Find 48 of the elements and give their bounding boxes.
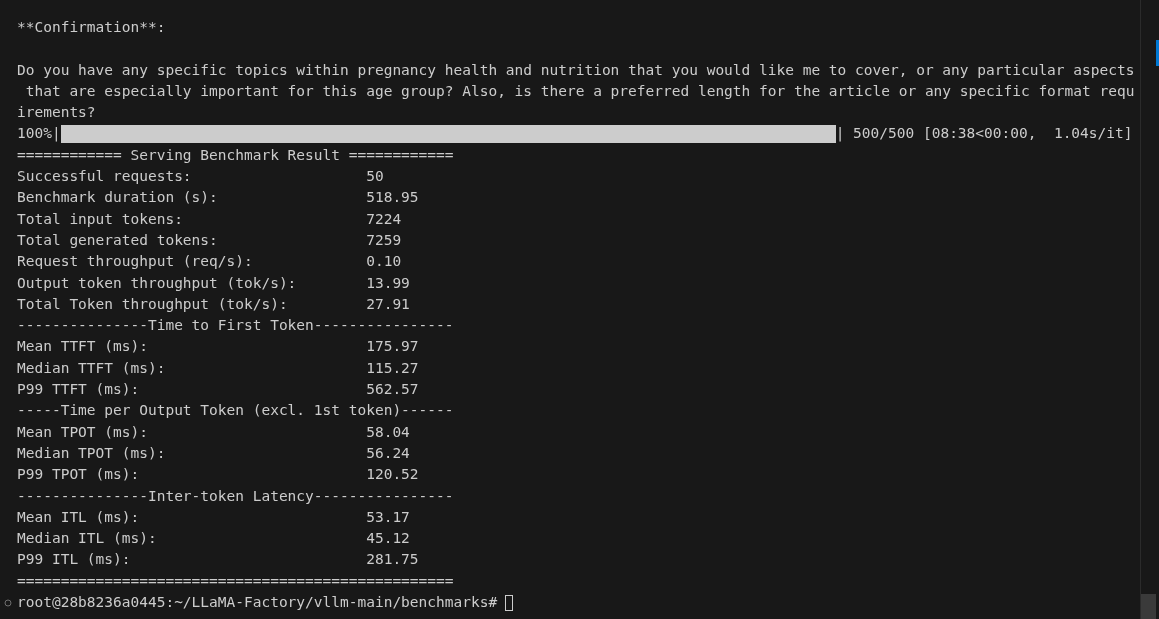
metric-label: P99 TTFT (ms): bbox=[17, 380, 141, 400]
metric-label: Output token throughput (tok/s): bbox=[17, 273, 298, 293]
terminal-line: that are especially important for this age group? Also, is there a preferred length for the article or any specific format requ bbox=[24, 81, 1136, 101]
terminal-line: irements? bbox=[17, 103, 97, 123]
metric-label: Total generated tokens: bbox=[17, 230, 219, 250]
metric-value: 518.95 bbox=[366, 188, 419, 208]
terminal-line: **Confirmation**: bbox=[17, 18, 167, 37]
section-rule: ============ Serving Benchmark Result ============ bbox=[17, 145, 455, 165]
shell-prompt: root@28b8236a0445:~/LLaMA-Factory/vllm-main/benchmarks# bbox=[17, 593, 498, 612]
terminal-line: Do you have any specific topics within pregnancy health and nutrition that you would like me to cover, or any particular aspects bbox=[17, 60, 1136, 80]
section-rule: -----Time per Output Token (excl. 1st token)------ bbox=[17, 401, 455, 421]
metric-value: 7259 bbox=[366, 230, 402, 250]
metric-value: 53.17 bbox=[366, 507, 410, 527]
scroll-marker bbox=[1156, 40, 1159, 66]
metric-label: Median TTFT (ms): bbox=[17, 358, 167, 378]
metric-label: Total Token throughput (tok/s): bbox=[17, 294, 289, 314]
circle-icon bbox=[4, 598, 12, 607]
metric-label: Successful requests: bbox=[17, 167, 193, 187]
metric-label: Mean TTFT (ms): bbox=[17, 337, 149, 357]
metric-value: 7224 bbox=[366, 209, 402, 229]
section-rule: ---------------Inter-token Latency---------------- bbox=[17, 486, 455, 506]
metric-value: 115.27 bbox=[366, 358, 419, 378]
metric-value: 56.24 bbox=[366, 443, 410, 463]
metric-value: 175.97 bbox=[366, 337, 419, 357]
metric-label: Mean TPOT (ms): bbox=[17, 422, 149, 442]
progress-percent: 100%| bbox=[17, 124, 61, 144]
metric-value: 27.91 bbox=[366, 294, 410, 314]
metric-value: 50 bbox=[366, 167, 384, 187]
metric-label: Benchmark duration (s): bbox=[17, 188, 219, 208]
progress-stats: | 500/500 [08:38<00:00, 1.04s/it] bbox=[835, 124, 1133, 144]
metric-value: 13.99 bbox=[366, 273, 410, 293]
metric-label: Total input tokens: bbox=[17, 209, 184, 229]
metric-value: 562.57 bbox=[366, 380, 419, 400]
metric-value: 120.52 bbox=[366, 465, 419, 485]
metric-value: 281.75 bbox=[366, 550, 419, 570]
section-rule: ---------------Time to First Token---------------- bbox=[17, 316, 455, 336]
metric-value: 0.10 bbox=[366, 252, 402, 272]
section-rule: ================================================== bbox=[17, 571, 455, 591]
metric-value: 58.04 bbox=[366, 422, 410, 442]
metric-label: Request throughput (req/s): bbox=[17, 252, 254, 272]
metric-label: Median ITL (ms): bbox=[17, 529, 158, 549]
metric-label: P99 ITL (ms): bbox=[17, 550, 132, 570]
cursor-icon bbox=[505, 594, 514, 611]
metric-value: 45.12 bbox=[366, 529, 410, 549]
metric-label: Median TPOT (ms): bbox=[17, 443, 167, 463]
scrollbar-thumb[interactable] bbox=[1141, 594, 1156, 619]
metric-label: Mean ITL (ms): bbox=[17, 507, 141, 527]
metric-label: P99 TPOT (ms): bbox=[17, 465, 141, 485]
